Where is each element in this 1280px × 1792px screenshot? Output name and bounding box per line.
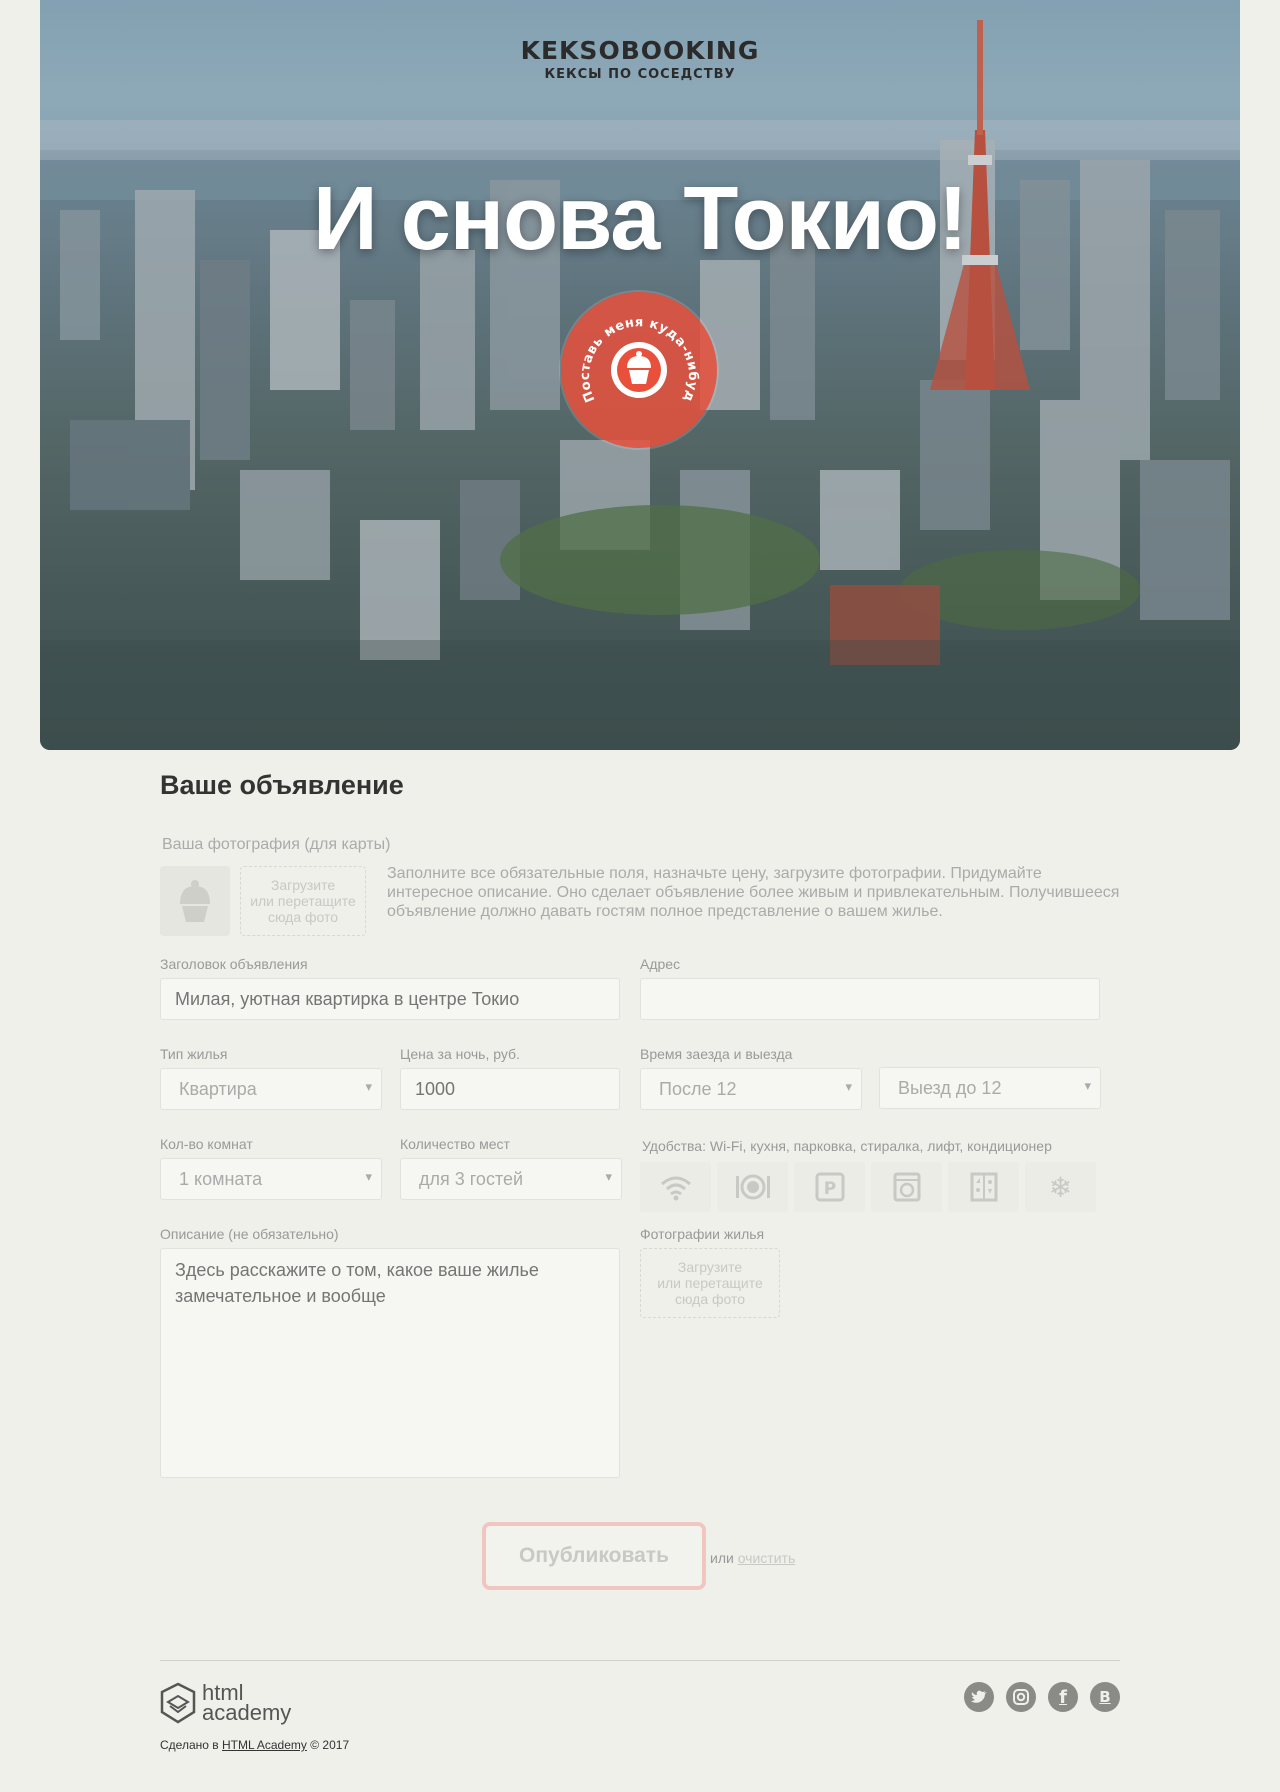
html-academy-logo[interactable]: html academy — [160, 1682, 291, 1724]
dishwasher-icon — [735, 1174, 770, 1200]
capacity-field: Количество мест для 3 гостей — [400, 1136, 622, 1200]
avatar-preview — [160, 866, 230, 936]
photos-drop-line-2: или перетащите — [657, 1275, 763, 1291]
photos-drop-line-1: Загрузите — [677, 1259, 743, 1275]
ad-form: Ваше объявление — [160, 770, 1120, 829]
title-label: Заголовок объявления — [160, 956, 308, 972]
photos-upload-dropzone[interactable]: Загрузите или перетащите сюда фото — [640, 1248, 780, 1318]
feature-dishwasher[interactable] — [717, 1162, 788, 1212]
timeout-field: Выезд до 12 — [879, 1067, 1101, 1109]
description-textarea[interactable] — [160, 1248, 620, 1478]
capacity-select[interactable]: для 3 гостей — [400, 1158, 622, 1200]
time-label: Время заезда и выезда — [640, 1046, 793, 1062]
address-input[interactable] — [640, 978, 1100, 1020]
avatar-drop-line-2: или перетащите — [250, 893, 356, 909]
title-field: Заголовок объявления — [160, 956, 620, 1020]
feature-elevator[interactable] — [948, 1162, 1019, 1212]
title-input[interactable] — [160, 978, 620, 1020]
avatar-label: Ваша фотография (для карты) — [162, 836, 391, 853]
brand-line-2: academy — [202, 1700, 292, 1725]
description-field: Описание (не обязательно) — [160, 1226, 620, 1478]
type-label: Тип жилья — [160, 1046, 228, 1062]
footer: html academy Сделано в HTML Academy © 20… — [160, 1660, 1120, 1752]
form-hint: Заполните все обязательные поля, назначь… — [387, 865, 1120, 920]
timein-select[interactable]: После 12 — [640, 1068, 862, 1110]
made-in-text: Сделано в — [160, 1738, 219, 1752]
or-text: или очистить — [710, 1550, 795, 1566]
publish-button[interactable]: Опубликовать — [482, 1522, 706, 1590]
address-label: Адрес — [640, 956, 681, 972]
description-label: Описание (не обязательно) — [160, 1226, 339, 1242]
svg-text:P: P — [823, 1179, 835, 1199]
instagram-icon — [1013, 1689, 1029, 1705]
rooms-label: Кол-во комнат — [160, 1136, 253, 1152]
avatar-upload-dropzone[interactable]: Загрузите или перетащите сюда фото — [240, 866, 366, 936]
social-links: f B — [964, 1682, 1120, 1712]
washer-icon — [893, 1172, 920, 1202]
reset-link[interactable]: очистить — [738, 1550, 796, 1566]
logo-name: KEKSOBOOKING — [520, 36, 760, 65]
facebook-icon: f — [1059, 1686, 1067, 1708]
conditioner-icon: ❄ — [1048, 1170, 1073, 1204]
feature-washer[interactable] — [871, 1162, 942, 1212]
photos-label: Фотографии жилья — [640, 1226, 765, 1242]
vk-link[interactable]: B — [1090, 1682, 1120, 1712]
feature-wifi[interactable] — [640, 1162, 711, 1212]
elevator-icon — [970, 1172, 997, 1202]
footer-divider — [160, 1660, 1120, 1661]
html-academy-link[interactable]: HTML Academy — [222, 1738, 307, 1752]
site-logo: KEKSOBOOKING КЕКСЫ ПО СОСЕДСТВУ — [40, 36, 1240, 82]
submit-row: Опубликовать или очистить — [482, 1522, 795, 1590]
rooms-field: Кол-во комнат 1 комната — [160, 1136, 382, 1200]
or-label: или — [710, 1550, 734, 1566]
timein-field: Время заезда и выезда После 12 — [640, 1046, 862, 1110]
wifi-icon — [660, 1176, 691, 1201]
avatar-section: Ваша фотография (для карты) Загрузите ил… — [160, 836, 1120, 936]
parking-icon: P — [815, 1172, 844, 1202]
form-title: Ваше объявление — [160, 770, 404, 800]
avatar-drop-line-1: Загрузите — [270, 877, 336, 893]
html-academy-shield-icon — [160, 1682, 196, 1724]
price-label: Цена за ночь, руб. — [400, 1046, 520, 1062]
feature-conditioner[interactable]: ❄ — [1025, 1162, 1096, 1212]
twitter-icon — [971, 1690, 987, 1703]
timeout-select[interactable]: Выезд до 12 — [879, 1067, 1101, 1109]
main-pin[interactable]: Поставь меня куда-нибудь — [561, 292, 717, 448]
vk-icon: B — [1099, 1688, 1111, 1706]
feature-parking[interactable]: P — [794, 1162, 865, 1212]
copyright-year: © 2017 — [310, 1738, 350, 1752]
photos-field: Фотографии жилья Загрузите или перетащит… — [640, 1226, 840, 1318]
capacity-label: Количество мест — [400, 1136, 510, 1152]
map[interactable]: KEKSOBOOKING КЕКСЫ ПО СОСЕДСТВУ И снова … — [40, 0, 1240, 750]
price-field: Цена за ночь, руб. — [400, 1046, 620, 1110]
copyright: Сделано в HTML Academy © 2017 — [160, 1738, 349, 1752]
main-pin-graphic: Поставь меня куда-нибудь — [561, 292, 700, 404]
logo-subtitle: КЕКСЫ ПО СОСЕДСТВУ — [544, 67, 736, 82]
twitter-link[interactable] — [964, 1682, 994, 1712]
avatar-drop-line-3: сюда фото — [267, 909, 339, 925]
cupcake-placeholder-icon — [180, 880, 210, 922]
type-field: Тип жилья Квартира — [160, 1046, 382, 1110]
price-input[interactable] — [400, 1068, 620, 1110]
photos-drop-line-3: сюда фото — [674, 1291, 746, 1307]
type-select[interactable]: Квартира — [160, 1068, 382, 1110]
address-field: Адрес — [640, 956, 1100, 1020]
hero-title: И снова Токио! — [313, 169, 968, 269]
instagram-link[interactable] — [1006, 1682, 1036, 1712]
features-label: Удобства: Wi-Fi, кухня, парковка, стирал… — [642, 1138, 1052, 1154]
rooms-select[interactable]: 1 комната — [160, 1158, 382, 1200]
facebook-link[interactable]: f — [1048, 1682, 1078, 1712]
features-fieldset: Удобства: Wi-Fi, кухня, парковка, стирал… — [640, 1138, 1100, 1212]
